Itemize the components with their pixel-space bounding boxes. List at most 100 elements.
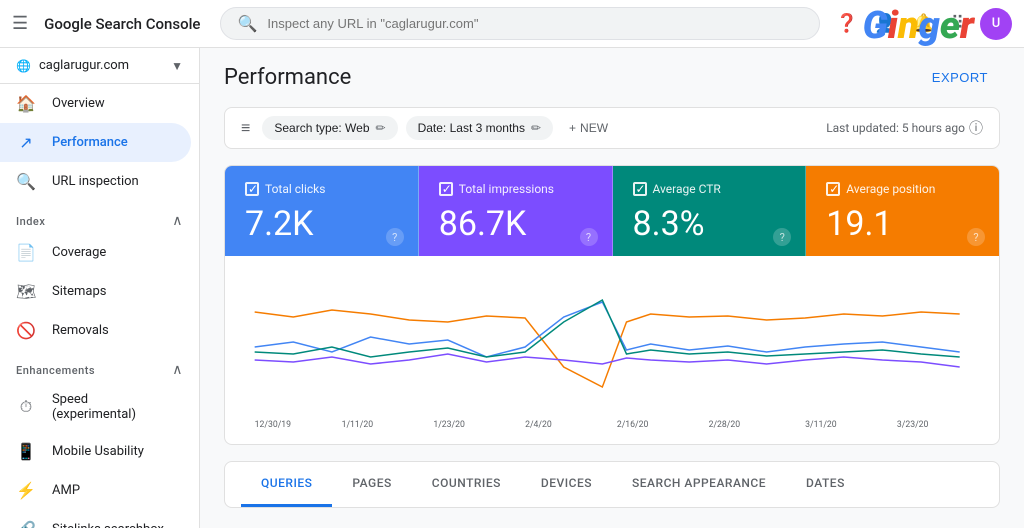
sidebar-item-label: Removals <box>52 323 109 338</box>
removals-icon: 🚫 <box>16 321 36 340</box>
svg-text:3/11/20: 3/11/20 <box>805 420 837 430</box>
svg-text:1/23/20: 1/23/20 <box>433 420 465 430</box>
domain-selector[interactable]: 🌐 caglarugur.com ▼ <box>0 48 199 84</box>
average-position-checkbox[interactable] <box>826 182 840 196</box>
average-ctr-help-icon[interactable]: ? <box>773 228 791 246</box>
new-label: NEW <box>580 121 608 135</box>
total-impressions-help-icon[interactable]: ? <box>580 228 598 246</box>
app-logo: Google Search Console <box>44 15 200 33</box>
average-ctr-label: Average CTR <box>633 182 786 196</box>
tab-countries[interactable]: COUNTRIES <box>412 462 521 507</box>
mobile-icon: 📱 <box>16 442 36 461</box>
sidebar-item-removals[interactable]: 🚫 Removals <box>0 311 191 350</box>
help-icon[interactable]: ❓ <box>836 13 858 34</box>
tab-queries[interactable]: QUERIES <box>241 462 332 507</box>
sidebar-item-label: Performance <box>52 135 128 150</box>
total-impressions-card: Total impressions 86.7K ? <box>419 166 613 256</box>
filter-bar: ≡ Search type: Web ✏ Date: Last 3 months… <box>224 107 1000 149</box>
notifications-icon[interactable]: 🔔 <box>912 13 934 34</box>
tab-pages[interactable]: PAGES <box>332 462 411 507</box>
page-header: Performance EXPORT <box>224 64 1000 91</box>
svg-text:2/4/20: 2/4/20 <box>525 420 552 430</box>
total-clicks-label: Total clicks <box>245 182 398 196</box>
svg-text:2/16/20: 2/16/20 <box>617 420 649 430</box>
date-range-label: Date: Last 3 months <box>418 121 525 135</box>
sidebar-item-label: URL inspection <box>52 174 139 189</box>
date-range-edit-icon: ✏ <box>531 121 541 135</box>
topbar: ☰ Google Search Console 🔍 ❓ 👤 🔔 ⠿ U Ging… <box>0 0 1024 48</box>
total-clicks-value: 7.2K <box>245 204 398 244</box>
total-clicks-help-icon[interactable]: ? <box>386 228 404 246</box>
sidebar-item-label: Sitelinks searchbox <box>52 522 164 528</box>
index-section-label: Index ∧ <box>0 201 199 233</box>
sitemaps-icon: 🗺 <box>16 282 36 301</box>
filter-bar-right: Last updated: 5 hours ago ⓘ <box>826 118 983 138</box>
sidebar-item-overview[interactable]: 🏠 Overview <box>0 84 191 123</box>
total-impressions-value: 86.7K <box>439 204 592 244</box>
speed-icon: ⏱ <box>16 397 36 417</box>
total-clicks-checkbox[interactable] <box>245 182 259 196</box>
tab-dates[interactable]: DATES <box>786 462 865 507</box>
search-type-filter[interactable]: Search type: Web ✏ <box>262 116 397 140</box>
export-button[interactable]: EXPORT <box>920 64 1000 91</box>
sidebar-item-coverage[interactable]: 📄 Coverage <box>0 233 191 272</box>
average-position-label: Average position <box>826 182 979 196</box>
sidebar-item-mobile-usability[interactable]: 📱 Mobile Usability <box>0 432 191 471</box>
average-position-value: 19.1 <box>826 204 979 244</box>
domain-name: caglarugur.com <box>39 58 129 73</box>
total-impressions-checkbox[interactable] <box>439 182 453 196</box>
total-clicks-card: Total clicks 7.2K ? <box>225 166 419 256</box>
sidebar-item-sitemaps[interactable]: 🗺 Sitemaps <box>0 272 191 311</box>
average-ctr-card: Average CTR 8.3% ? <box>613 166 807 256</box>
url-inspection-icon: 🔍 <box>16 172 36 191</box>
plus-icon: + <box>569 121 576 135</box>
sidebar-item-label: Mobile Usability <box>52 444 144 459</box>
tab-search-appearance[interactable]: SEARCH APPEARANCE <box>612 462 786 507</box>
page-title: Performance <box>224 65 351 90</box>
menu-icon[interactable]: ☰ <box>12 13 28 34</box>
svg-text:1/11/20: 1/11/20 <box>342 420 374 430</box>
last-updated-text: Last updated: 5 hours ago <box>826 121 965 135</box>
sidebar-item-url-inspection[interactable]: 🔍 URL inspection <box>0 162 191 201</box>
manage-users-icon[interactable]: 👤 <box>874 13 896 34</box>
svg-text:3/23/20: 3/23/20 <box>897 420 929 430</box>
search-type-edit-icon: ✏ <box>376 121 386 135</box>
home-icon: 🏠 <box>16 94 36 113</box>
new-filter-button[interactable]: + NEW <box>561 116 616 140</box>
sidebar-item-label: Speed (experimental) <box>52 392 175 422</box>
sidebar-item-speed[interactable]: ⏱ Speed (experimental) <box>0 382 191 432</box>
average-ctr-value: 8.3% <box>633 204 786 244</box>
topbar-right: ❓ 👤 🔔 ⠿ U <box>836 8 1012 40</box>
sidebar-item-amp[interactable]: ⚡ AMP <box>0 471 191 510</box>
info-icon[interactable]: ⓘ <box>969 118 983 138</box>
sidebar: 🌐 caglarugur.com ▼ 🏠 Overview ↗ Performa… <box>0 48 200 528</box>
bottom-tabs: QUERIES PAGES COUNTRIES DEVICES SEARCH A… <box>224 461 1000 508</box>
index-collapse-icon[interactable]: ∧ <box>172 213 183 229</box>
svg-text:2/28/20: 2/28/20 <box>709 420 741 430</box>
enhancements-collapse-icon[interactable]: ∧ <box>172 362 183 378</box>
apps-grid-icon[interactable]: ⠿ <box>951 13 964 34</box>
domain-icon: 🌐 <box>16 59 31 73</box>
search-input[interactable] <box>267 16 803 31</box>
layout: 🌐 caglarugur.com ▼ 🏠 Overview ↗ Performa… <box>0 48 1024 528</box>
average-position-card: Average position 19.1 ? <box>806 166 999 256</box>
sidebar-item-label: Sitemaps <box>52 284 107 299</box>
svg-text:12/30/19: 12/30/19 <box>255 420 291 430</box>
sitelinks-icon: 🔗 <box>16 520 36 528</box>
domain-arrow-icon: ▼ <box>171 59 183 73</box>
total-impressions-label: Total impressions <box>439 182 592 196</box>
average-ctr-checkbox[interactable] <box>633 182 647 196</box>
sidebar-item-label: Overview <box>52 96 105 111</box>
search-type-label: Search type: Web <box>274 121 369 135</box>
tab-devices[interactable]: DEVICES <box>521 462 612 507</box>
search-bar: 🔍 <box>220 7 820 40</box>
sidebar-item-performance[interactable]: ↗ Performance <box>0 123 191 162</box>
stats-container: Total clicks 7.2K ? Total impressions 86… <box>224 165 1000 256</box>
date-range-filter[interactable]: Date: Last 3 months ✏ <box>406 116 553 140</box>
sidebar-item-sitelinks-searchbox[interactable]: 🔗 Sitelinks searchbox <box>0 510 191 528</box>
performance-chart: 12/30/19 1/11/20 1/23/20 2/4/20 2/16/20 … <box>245 272 979 432</box>
filter-icon: ≡ <box>241 118 250 138</box>
chart-area: 12/30/19 1/11/20 1/23/20 2/4/20 2/16/20 … <box>224 256 1000 445</box>
avatar[interactable]: U <box>980 8 1012 40</box>
average-position-help-icon[interactable]: ? <box>967 228 985 246</box>
